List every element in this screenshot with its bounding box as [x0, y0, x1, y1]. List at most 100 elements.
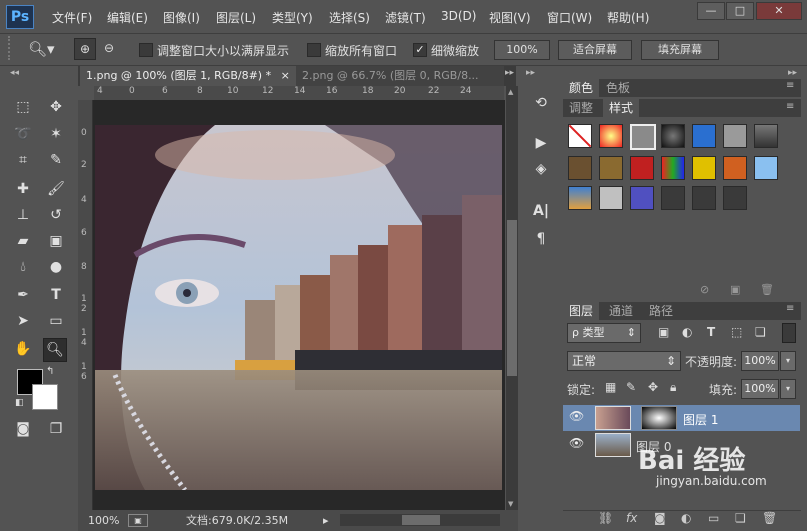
swap-colors-icon[interactable]: ↰ — [46, 366, 54, 377]
lock-transparent-icon[interactable]: ▦ — [605, 380, 616, 394]
panel-menu-icon[interactable]: ≡ — [786, 80, 794, 91]
menu-window[interactable]: 窗口(W) — [547, 9, 592, 26]
rectangle-tool-icon[interactable]: ▭ — [45, 310, 67, 332]
collapse-dock-icon[interactable]: ▸▸ — [526, 68, 535, 78]
zoom-tool-selected-icon[interactable]: 🔍︎ — [43, 338, 67, 362]
style-swatch-selected[interactable] — [630, 124, 656, 150]
filter-toggle[interactable] — [782, 323, 796, 343]
collapse-panels-icon[interactable]: ▸▸ — [788, 68, 797, 78]
tab-channels[interactable]: 通道 — [603, 302, 639, 320]
fill-screen-button[interactable]: 填充屏幕 — [641, 40, 719, 60]
minimize-button[interactable]: — — [697, 2, 725, 20]
menu-file[interactable]: 文件(F) — [52, 9, 92, 26]
type-tool-icon[interactable]: T — [45, 284, 67, 306]
menu-select[interactable]: 选择(S) — [329, 9, 370, 26]
zoom-level[interactable]: 100% — [88, 510, 119, 531]
character-panel-icon[interactable]: A| — [530, 200, 552, 222]
style-swatch[interactable] — [599, 156, 623, 180]
history-brush-tool-icon[interactable]: ↺ — [45, 204, 67, 226]
horizontal-scrollbar[interactable] — [340, 514, 500, 526]
zoom-all-checkbox[interactable] — [307, 43, 321, 57]
style-swatch[interactable] — [692, 124, 716, 148]
lock-pixels-icon[interactable]: ✎ — [626, 380, 636, 394]
layer-style-icon[interactable]: fx — [626, 511, 637, 525]
opacity-dropdown-icon[interactable]: ▾ — [780, 351, 796, 371]
path-selection-tool-icon[interactable]: ➤ — [12, 310, 34, 332]
maximize-button[interactable]: □ — [726, 2, 754, 20]
layer-name[interactable]: 图层 1 — [683, 411, 718, 428]
tab-1png[interactable]: 1.png @ 100% (图层 1, RGB/8#) * × — [80, 66, 306, 86]
menu-image[interactable]: 图像(I) — [163, 9, 200, 26]
zoom-out-icon[interactable]: ⊖ — [99, 38, 119, 58]
quick-mask-icon[interactable]: ◙ — [12, 418, 34, 440]
pen-tool-icon[interactable]: ✒ — [12, 284, 34, 306]
scroll-thumb[interactable] — [507, 220, 517, 376]
scrubby-zoom-checkbox[interactable]: ✓ — [413, 43, 427, 57]
menu-filter[interactable]: 滤镜(T) — [385, 9, 426, 26]
filter-shape-icon[interactable]: ⬚ — [731, 325, 742, 339]
actions-panel-icon[interactable]: ▶ — [530, 132, 552, 154]
tab-2png[interactable]: 2.png @ 66.7% (图层 0, RGB/8... — [296, 66, 504, 86]
layer-filter-select[interactable]: ρ 类型 ⇕ — [567, 323, 641, 343]
zoom-tool-icon[interactable]: 🔍︎▾ — [28, 40, 55, 58]
lock-position-icon[interactable]: ✥ — [648, 380, 658, 394]
blur-tool-icon[interactable]: 💧︎ — [12, 256, 34, 278]
move-tool-icon[interactable]: ✥ — [45, 96, 67, 118]
status-menu-icon[interactable]: ▸ — [323, 510, 329, 531]
visibility-eye-icon[interactable]: 👁︎ — [569, 436, 584, 450]
lasso-tool-icon[interactable]: ➰ — [12, 123, 34, 145]
gradient-tool-icon[interactable]: ▣ — [45, 230, 67, 252]
new-layer-icon[interactable]: ❏ — [735, 511, 746, 525]
brush-tool-icon[interactable]: 🖌︎ — [45, 178, 67, 200]
menu-edit[interactable]: 编辑(E) — [107, 9, 148, 26]
tab-paths[interactable]: 路径 — [643, 302, 679, 320]
fill-input[interactable]: 100% — [741, 379, 779, 399]
resize-windows-checkbox[interactable] — [139, 43, 153, 57]
magic-wand-tool-icon[interactable]: ✶ — [45, 123, 67, 145]
tab-layers[interactable]: 图层 — [563, 302, 600, 320]
style-swatch[interactable] — [568, 156, 592, 180]
scroll-up-icon[interactable]: ▲ — [508, 88, 513, 96]
style-swatch[interactable] — [692, 156, 716, 180]
h-scroll-thumb[interactable] — [402, 515, 440, 525]
style-swatch[interactable] — [630, 156, 654, 180]
style-swatch[interactable] — [661, 124, 685, 148]
style-swatch[interactable] — [661, 186, 685, 210]
document-canvas-image[interactable] — [95, 125, 502, 490]
paragraph-panel-icon[interactable]: ¶ — [530, 228, 552, 250]
eyedropper-tool-icon[interactable]: ✎ — [45, 149, 67, 171]
menu-3d[interactable]: 3D(D) — [441, 9, 476, 23]
clear-style-icon[interactable]: ⊘ — [700, 283, 709, 296]
style-swatch[interactable] — [754, 156, 778, 180]
collapse-toolbox-icon[interactable]: ◂◂ — [10, 68, 19, 78]
layer-mask-thumbnail[interactable] — [641, 406, 677, 430]
add-mask-icon[interactable]: ◙ — [654, 511, 666, 525]
fit-screen-button[interactable]: 适合屏幕 — [558, 40, 632, 60]
menu-type[interactable]: 类型(Y) — [272, 9, 313, 26]
fill-dropdown-icon[interactable]: ▾ — [780, 379, 796, 399]
hand-tool-icon[interactable]: ✋ — [12, 338, 34, 360]
delete-layer-icon[interactable]: 🗑︎ — [762, 511, 777, 525]
eraser-tool-icon[interactable]: ▰ — [12, 230, 34, 252]
menu-help[interactable]: 帮助(H) — [607, 9, 649, 26]
adjustment-layer-icon[interactable]: ◐ — [681, 511, 691, 525]
menu-layer[interactable]: 图层(L) — [216, 9, 256, 26]
style-swatch[interactable] — [599, 124, 623, 148]
screen-mode-icon[interactable]: ❐ — [45, 418, 67, 440]
new-style-icon[interactable]: ▣ — [730, 283, 740, 296]
tab-adjustments[interactable]: 调整 — [563, 99, 599, 117]
crop-tool-icon[interactable]: ⌗ — [12, 149, 34, 171]
filter-type-icon[interactable]: T — [707, 325, 715, 339]
style-swatch[interactable] — [723, 186, 747, 210]
style-swatch[interactable] — [723, 124, 747, 148]
status-preview-icon[interactable]: ▣ — [128, 514, 148, 527]
history-panel-icon[interactable]: ⟲ — [530, 92, 552, 114]
link-layers-icon[interactable]: ⛓ — [598, 511, 613, 525]
filter-adjustment-icon[interactable]: ◐ — [682, 325, 692, 339]
style-swatch[interactable] — [568, 186, 592, 210]
filter-image-icon[interactable]: ▣ — [658, 325, 669, 339]
visibility-eye-icon[interactable]: 👁︎ — [569, 409, 584, 423]
layer-row-selected[interactable]: 👁︎ 图层 1 — [563, 405, 800, 431]
dodge-tool-icon[interactable]: ● — [45, 256, 67, 278]
tab-styles[interactable]: 样式 — [603, 99, 640, 117]
